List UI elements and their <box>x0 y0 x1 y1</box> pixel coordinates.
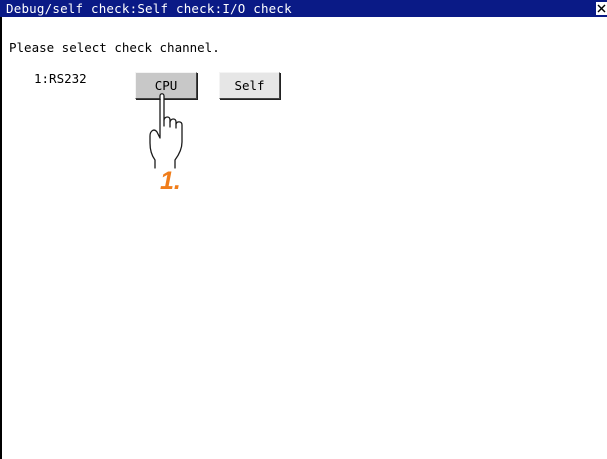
title-bar: Debug/self check:Self check:I/O check <box>0 0 607 17</box>
channel-label: 1:RS232 <box>34 71 87 86</box>
step-marker: 1. <box>160 167 181 195</box>
close-button[interactable] <box>596 2 607 15</box>
self-button[interactable]: Self <box>219 72 280 99</box>
pointing-hand-icon <box>149 93 183 169</box>
left-frame-border <box>0 0 2 459</box>
close-x-icon <box>597 4 606 13</box>
window-title: Debug/self check:Self check:I/O check <box>6 1 292 16</box>
instruction-text: Please select check channel. <box>9 40 220 55</box>
io-check-screen: Debug/self check:Self check:I/O check Pl… <box>0 0 607 459</box>
